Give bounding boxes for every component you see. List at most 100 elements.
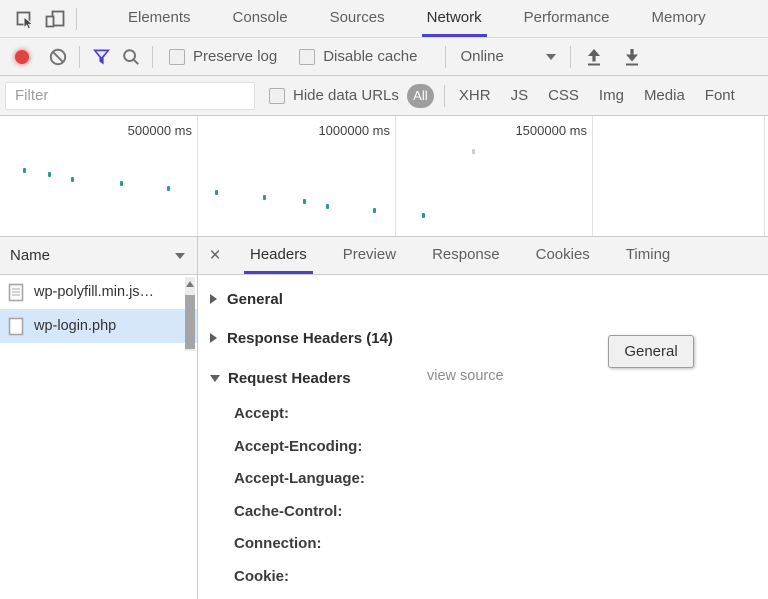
overview-dot [422,213,425,218]
tab-console[interactable]: Console [228,0,293,37]
devtools-window: Elements Console Sources Network Perform… [0,0,768,599]
sort-chevron-icon [175,253,185,259]
request-header-name: Accept: [234,404,289,424]
filter-type-img[interactable]: Img [599,87,624,104]
preserve-log-label: Preserve log [193,48,277,65]
throttling-value: Online [460,48,503,65]
request-row-wp-polyfill[interactable]: wp-polyfill.min.js… [0,275,197,309]
record-button[interactable] [15,50,29,64]
hide-data-urls-label: Hide data URLs [293,87,399,104]
section-title: General [227,291,283,308]
export-har-icon[interactable] [617,43,647,71]
name-column-label: Name [10,247,50,264]
script-file-icon [8,283,24,302]
overview-gridline [592,116,593,236]
section-title: Response Headers (14) [227,330,393,347]
toolbar-separator [79,46,80,68]
overview-dot [167,186,170,191]
main-tabs: Elements Console Sources Network Perform… [107,0,727,37]
filter-type-xhr[interactable]: XHR [459,87,491,104]
general-floating-button[interactable]: General [608,335,694,368]
network-overview[interactable]: 500000 ms 1000000 ms 1500000 ms [0,116,768,237]
filter-type-css[interactable]: CSS [548,87,579,104]
toolbar-separator [152,46,153,68]
request-header-name: Cookie: [234,567,289,587]
close-icon[interactable]: × [198,237,232,274]
request-header-name: Accept-Language: [234,469,365,489]
inspect-element-icon[interactable] [10,5,40,33]
tab-performance[interactable]: Performance [519,0,615,37]
bottom-split: Name wp-polyfill.min.js… [0,237,768,599]
hide-data-urls-checkbox[interactable] [269,88,285,104]
request-name: wp-polyfill.min.js… [34,284,154,300]
request-row-wp-login[interactable]: wp-login.php [0,309,197,343]
toolbar-separator [76,8,77,30]
request-name: wp-login.php [34,318,116,334]
filter-input[interactable] [5,82,255,110]
tab-network[interactable]: Network [422,0,487,37]
document-file-icon [8,317,24,336]
filter-type-js[interactable]: JS [511,87,529,104]
search-icon[interactable] [116,43,146,71]
filter-row: Hide data URLs All XHR JS CSS Img Media … [0,76,768,116]
request-detail-panel: × Headers Preview Response Cookies Timin… [198,237,768,599]
overview-dot [303,199,306,204]
overview-time-label: 1500000 ms [0,123,587,138]
request-header-name: Cache-Control: [234,502,342,522]
overview-dot [373,208,376,213]
preserve-log-group: Preserve log [169,48,277,65]
filter-funnel-icon[interactable] [86,43,116,71]
toolbar-separator [570,46,571,68]
overview-dot [71,177,74,182]
tabbar-icons [0,0,83,37]
request-headers-section-toggle[interactable]: Request Headers view source [210,368,750,388]
tab-elements[interactable]: Elements [123,0,196,37]
clear-icon[interactable] [43,43,73,71]
filter-separator [444,85,445,107]
overview-dot [120,181,123,186]
overview-dot [472,149,475,154]
scroll-up-icon[interactable] [186,281,194,287]
scrollbar-thumb[interactable] [185,295,195,349]
disable-cache-group: Disable cache [299,48,417,65]
chevron-down-icon [546,54,556,60]
import-har-icon[interactable] [579,43,609,71]
overview-dot [326,204,329,209]
preserve-log-checkbox[interactable] [169,49,185,65]
overview-dot [263,195,266,200]
requests-scrollbar[interactable] [185,277,195,351]
tab-preview[interactable]: Preview [337,237,402,274]
view-source-link[interactable]: view source [427,368,504,384]
request-header-name: Connection: [234,534,322,554]
overview-dot [215,190,218,195]
filter-type-all[interactable]: All [407,84,434,108]
throttling-select[interactable]: Online [460,48,555,65]
filter-type-font[interactable]: Font [705,87,735,104]
name-column-header[interactable]: Name [0,237,197,275]
section-title: Request Headers [228,370,351,387]
tab-timing[interactable]: Timing [620,237,676,274]
headers-content: General Response Headers (14) Request He… [198,275,768,599]
chevron-right-icon [210,294,217,304]
detail-tab-bar: × Headers Preview Response Cookies Timin… [198,237,768,275]
response-headers-section-toggle[interactable]: Response Headers (14) [210,328,393,348]
chevron-right-icon [210,333,217,343]
overview-gridline [764,116,765,236]
device-toolbar-icon[interactable] [40,5,70,33]
requests-panel: Name wp-polyfill.min.js… [0,237,198,599]
chevron-down-icon [210,375,220,382]
tab-sources[interactable]: Sources [325,0,390,37]
general-section-toggle[interactable]: General [210,289,283,309]
disable-cache-checkbox[interactable] [299,49,315,65]
toolbar-separator [445,46,446,68]
tab-memory[interactable]: Memory [647,0,711,37]
filter-type-media[interactable]: Media [644,87,685,104]
overview-dot [48,172,51,177]
tab-response[interactable]: Response [426,237,506,274]
tab-cookies[interactable]: Cookies [530,237,596,274]
network-toolbar: Preserve log Disable cache Online [0,38,768,76]
request-header-name: Accept-Encoding: [234,437,362,457]
disable-cache-label: Disable cache [323,48,417,65]
tab-headers[interactable]: Headers [244,237,313,274]
overview-dot [23,168,26,173]
